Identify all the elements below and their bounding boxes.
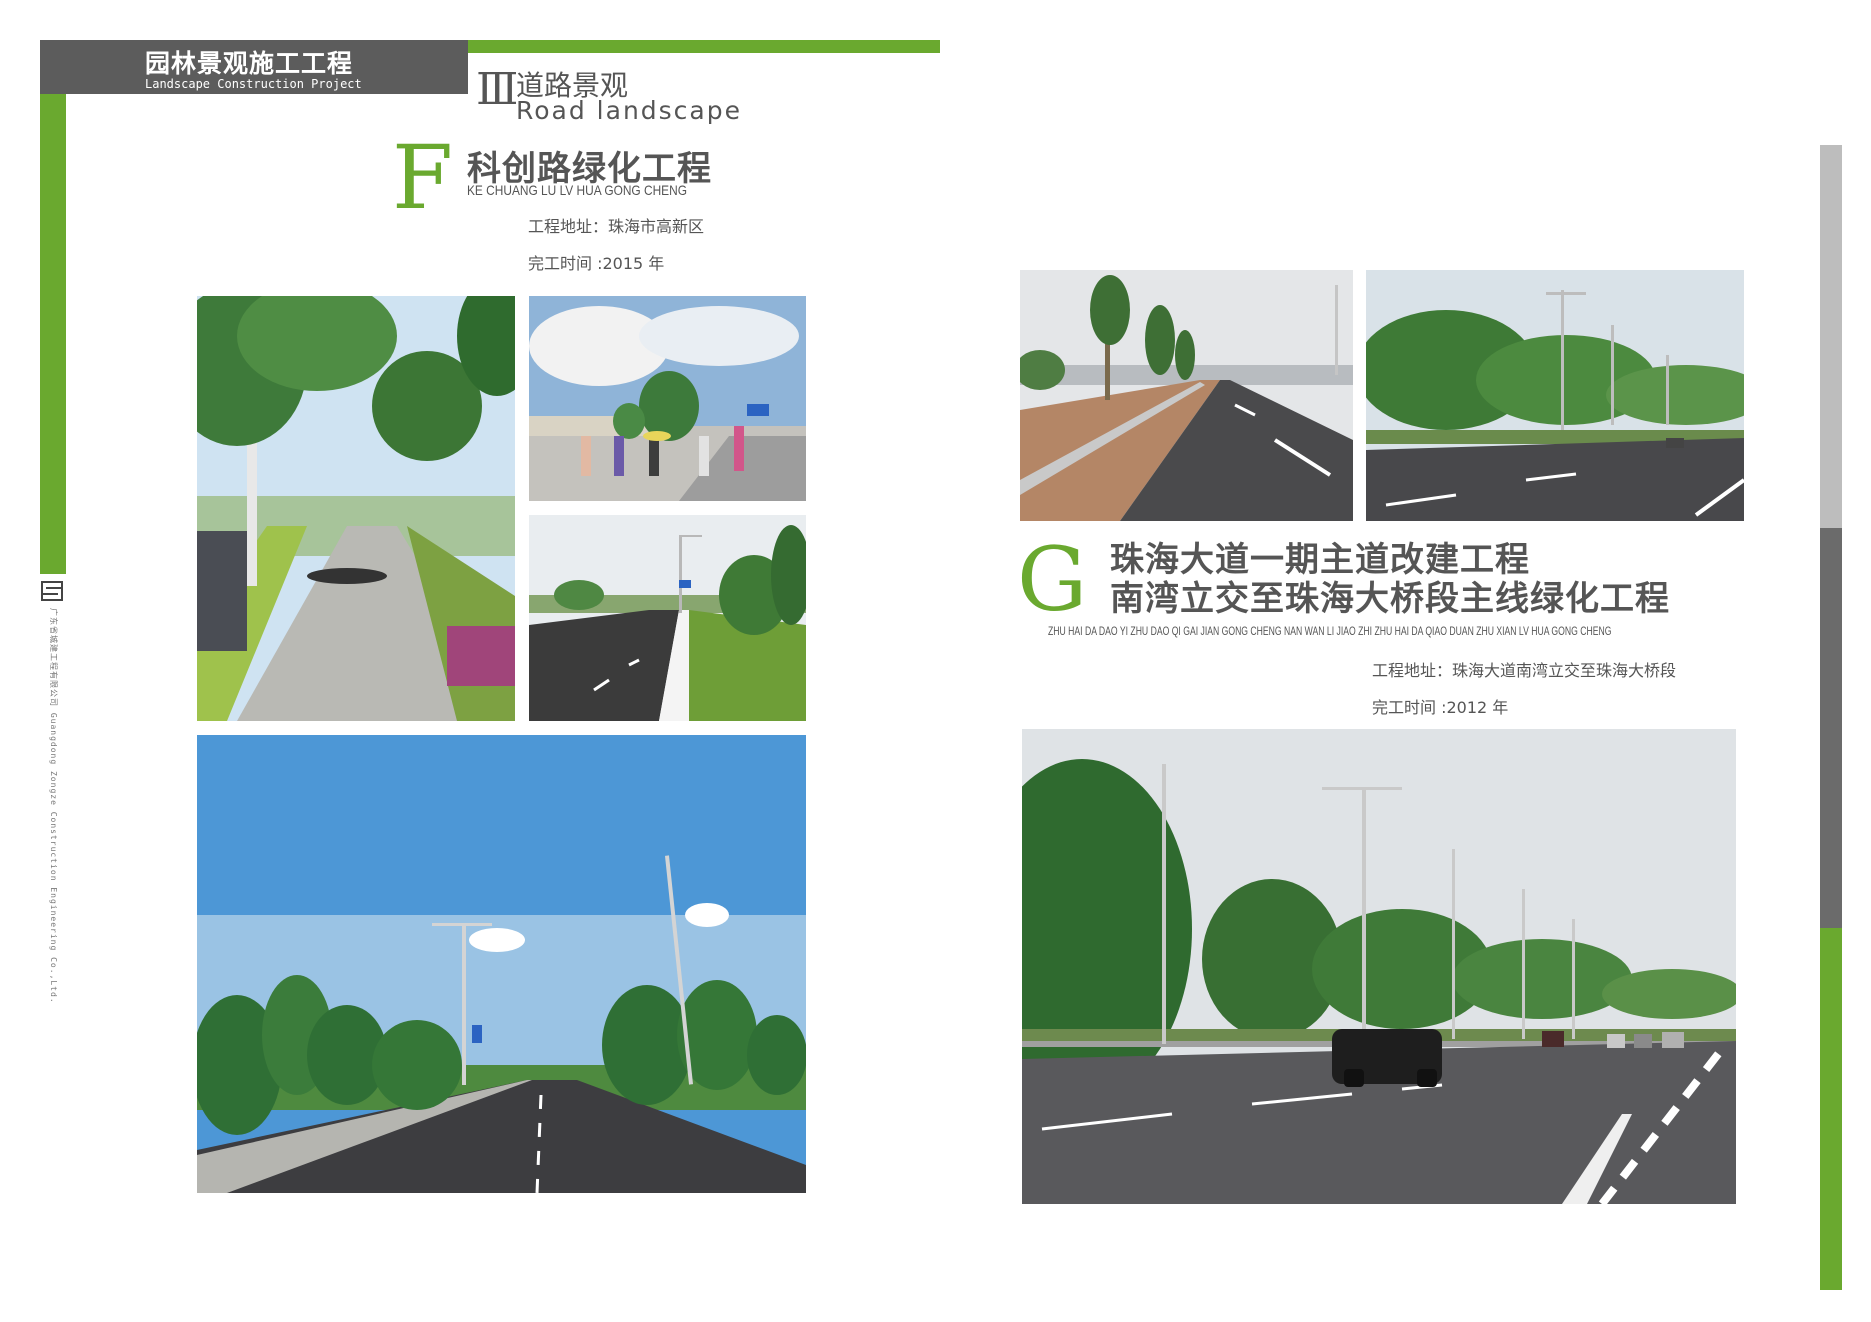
- project-g-pinyin: ZHU HAI DA DAO YI ZHU DAO QI GAI JIAN GO…: [1048, 624, 1612, 638]
- section-title-en: Road landscape: [516, 96, 742, 125]
- project-f-completion: 完工时间 :2015 年: [528, 254, 665, 273]
- section-roman-numeral: Ⅲ: [476, 64, 519, 115]
- project-g-letter: G: [1017, 528, 1088, 631]
- left-accent-bar: [40, 94, 66, 574]
- project-f-address: 工程地址：珠海市高新区: [528, 217, 705, 236]
- photo-highway-greenbelt: [1366, 270, 1744, 521]
- project-g-address: 工程地址：珠海大道南湾立交至珠海大桥段: [1372, 661, 1677, 680]
- project-g-title-line2: 南湾立交至珠海大桥段主线绿化工程: [1110, 579, 1670, 619]
- photo-site-inspection: [529, 296, 806, 501]
- photo-boulevard-traffic: [1022, 729, 1736, 1204]
- right-bar-dark: [1820, 528, 1842, 928]
- header-accent-line: [468, 40, 940, 53]
- right-bar-light: [1820, 145, 1842, 528]
- project-f-pinyin: KE CHUANG LU LV HUA GONG CHENG: [467, 182, 687, 198]
- project-f-letter: F: [392, 126, 454, 229]
- photo-highway-palms: [1020, 270, 1353, 521]
- project-g-completion: 完工时间 :2012 年: [1372, 698, 1509, 717]
- photo-new-road-median: [529, 515, 806, 721]
- photo-road-streetlights: [197, 735, 806, 1193]
- header-title-cn: 园林景观施工工程: [145, 49, 354, 78]
- company-name-text: 广东省城建工程有限公司 Guangdong Zongze Constructio…: [49, 608, 58, 1004]
- photo-sidewalk-trees: [197, 296, 515, 721]
- company-vertical-text: 广东省城建工程有限公司 Guangdong Zongze Constructio…: [40, 608, 66, 1004]
- company-logo-icon: [41, 581, 63, 601]
- right-bar-green: [1820, 928, 1842, 1290]
- header-title-en: Landscape Construction Project: [145, 77, 362, 91]
